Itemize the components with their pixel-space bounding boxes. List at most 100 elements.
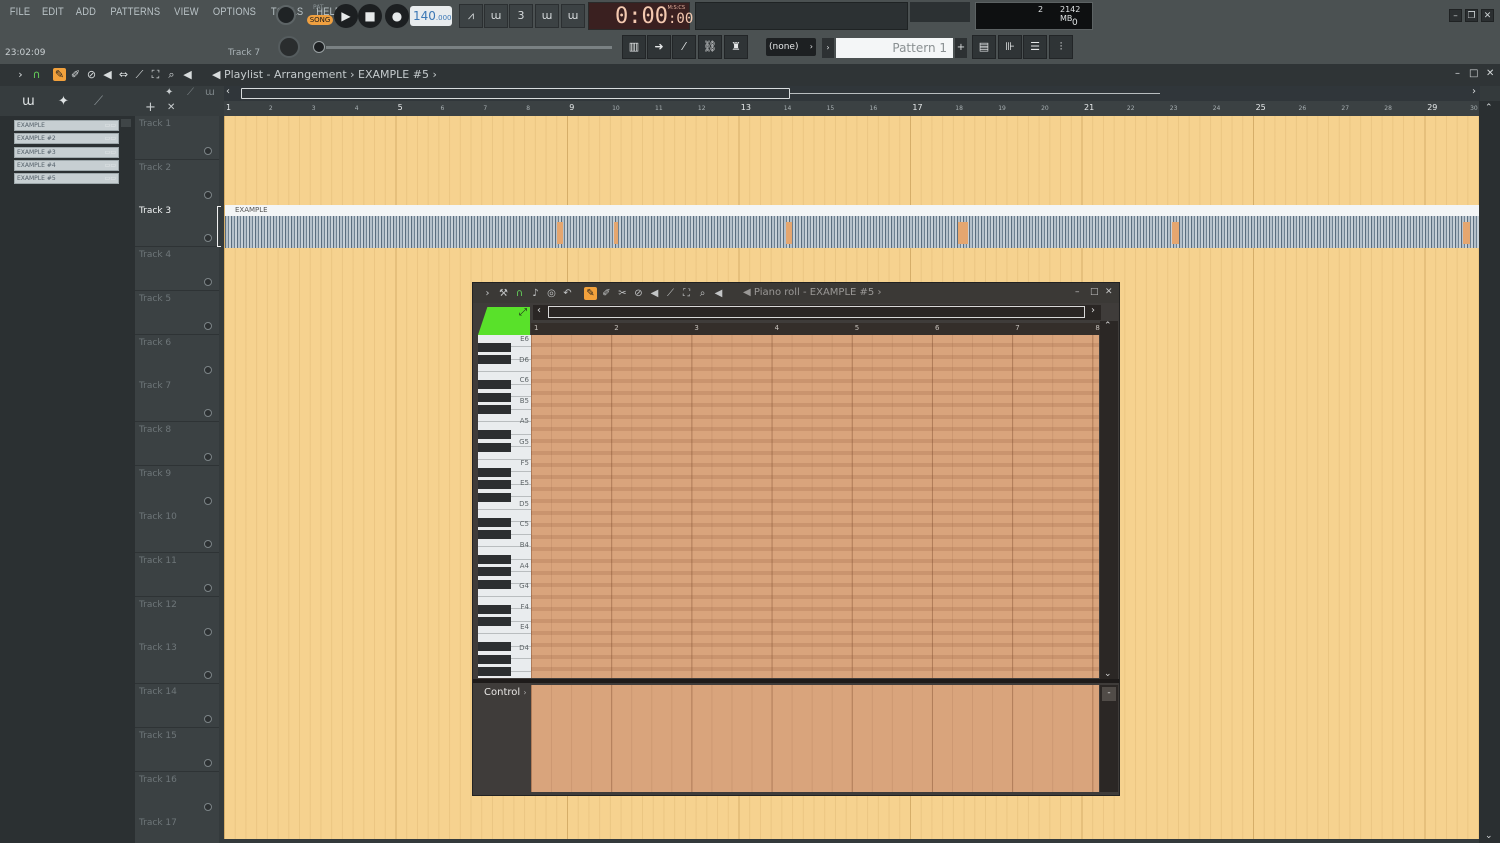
menu-patterns[interactable]: PATTERNS [107, 6, 164, 18]
tempo-display[interactable]: 140.000 [410, 6, 452, 26]
browser-view-icon[interactable]: ☰ [1023, 35, 1047, 59]
piano-black-key[interactable] [478, 654, 511, 664]
playlist-view-icon[interactable]: ▤ [972, 35, 996, 59]
record-button[interactable]: ● [385, 4, 409, 28]
close-icon[interactable]: ✕ [1481, 9, 1494, 22]
restore-icon[interactable]: ❐ [1465, 9, 1478, 22]
track-mute-indicator-icon[interactable] [204, 758, 212, 767]
slip-icon[interactable]: ⇔ [117, 68, 130, 81]
master-pitch-slider[interactable] [326, 46, 612, 49]
pr-maximize-icon[interactable]: □ [1090, 287, 1099, 297]
picker-scroll-icon[interactable] [121, 119, 131, 127]
pattern-picker-item[interactable]: EXAMPLE #2 ▭▭ [14, 133, 119, 145]
master-pitch-knob[interactable] [278, 36, 300, 58]
track-header[interactable]: Track 16 [135, 771, 219, 816]
undo-icon[interactable]: ↶ [561, 287, 574, 300]
add-track-icon[interactable]: + [145, 100, 156, 115]
pattern-picker-item[interactable]: EXAMPLE #3 ▭▭ [14, 146, 119, 158]
step-sequencer-arrow-icon[interactable]: ➜ [647, 35, 671, 59]
piano-black-key[interactable] [478, 617, 511, 627]
track-header[interactable]: Track 13 [135, 640, 219, 685]
remove-track-icon[interactable]: ✕ [167, 102, 175, 113]
metronome-icon[interactable]: ⩘ [459, 4, 483, 28]
pr-menu-arrow-icon[interactable]: › [481, 287, 494, 300]
countdown-icon[interactable]: 3 [509, 4, 533, 28]
piano-keyboard[interactable]: E6 D6 C6 B5 A5 G5 F5 E5 D5 C5 B4 A4 G4 F4 E4 D4 [478, 335, 531, 678]
wait-for-input-icon[interactable]: ɯ [484, 4, 508, 28]
play-button[interactable]: ▶ [334, 4, 358, 28]
magnet-icon[interactable]: ∩ [30, 68, 43, 81]
event-editor-divider[interactable] [473, 679, 1119, 683]
track-header[interactable]: Track 8 [135, 421, 219, 466]
piano-roll-view-icon[interactable]: ▥ [622, 35, 646, 59]
track-header[interactable]: Track 11 [135, 553, 219, 597]
overview-scroll-thumb[interactable] [241, 88, 790, 99]
picker-automation-icon[interactable]: ⟋ [94, 94, 103, 109]
piano-black-key[interactable] [478, 392, 511, 402]
track-header[interactable]: Track 7 [135, 378, 219, 423]
track-header[interactable]: Track 14 [135, 684, 219, 729]
speaker-icon[interactable]: ◀ [212, 68, 220, 81]
track-header[interactable]: Track 3 [135, 203, 219, 248]
wrench-icon[interactable]: ⚒ [497, 287, 510, 300]
mixer-view-icon[interactable]: ⫶ [1049, 35, 1073, 59]
piano-roll-window[interactable]: › ⚒ ∩ ♪ ◎ ↶ ✎ ✐ ✂ ⊘ ◀ ⟋ ⛶ ⌕ ◀ ◀ Piano ro… [472, 282, 1120, 796]
track-mute-indicator-icon[interactable] [204, 452, 212, 461]
master-volume-knob[interactable] [276, 5, 296, 25]
playlist-vertical-scrollbar[interactable]: ⌃ ⌄ [1479, 101, 1500, 843]
pr-close-icon[interactable]: ✕ [1105, 287, 1113, 297]
track-mute-indicator-icon[interactable] [204, 496, 212, 505]
pr-zoom-icon[interactable]: ⌕ [696, 287, 709, 300]
track-mute-indicator-icon[interactable] [204, 321, 212, 330]
piano-roll-ruler[interactable]: 12345678 [531, 323, 1101, 335]
step-edit-icon[interactable]: ɯ [535, 4, 559, 28]
stretch-icon[interactable]: ⤢ [519, 307, 527, 318]
pr-select-icon[interactable]: ⛶ [680, 287, 693, 300]
track-header[interactable]: Track 10 [135, 509, 219, 554]
pr-playback-icon[interactable]: ◀ [712, 287, 725, 300]
picker-patterns-icon[interactable]: ɯ [22, 94, 35, 109]
event-editor-area[interactable] [531, 685, 1099, 792]
picker-audio-icon[interactable]: ✦ [58, 94, 69, 109]
menu-add[interactable]: ADD [72, 6, 99, 18]
pr-scroll-right-icon[interactable]: › [1091, 305, 1095, 316]
pr-scroll-up-icon[interactable]: ⌃ [1104, 321, 1112, 331]
track-header[interactable]: Track 9 [135, 465, 219, 510]
piano-black-key[interactable] [478, 530, 511, 540]
track-mute-indicator-icon[interactable] [204, 540, 212, 549]
playlist-time-ruler[interactable]: 1 2 3 4 5 6 7 8 9 10 11 12 13 14 15 16 17 18 19 20 21 22 23 24 2… [224, 101, 1480, 116]
note-grid[interactable] [531, 335, 1099, 678]
cpu-memory-monitor[interactable]: 2 2142 MB 0 [975, 2, 1093, 30]
pattern-picker-item[interactable]: EXAMPLE #4 ▭▭ [14, 159, 119, 171]
audio-clip-header[interactable]: EXAMPLE [225, 205, 1479, 216]
pr-magnet-icon[interactable]: ∩ [513, 287, 526, 300]
pr-chop-icon[interactable]: ✂ [616, 287, 629, 300]
minimize-icon[interactable]: – [1449, 9, 1462, 22]
playlist-maximize-icon[interactable]: □ [1469, 68, 1478, 79]
playlist-close-icon[interactable]: ✕ [1486, 68, 1494, 79]
track-mute-indicator-icon[interactable] [204, 802, 212, 811]
pr-scroll-left-icon[interactable]: ‹ [537, 305, 541, 316]
pr-scroll-down-icon[interactable]: ⌄ [1104, 669, 1112, 679]
piano-black-key[interactable] [478, 567, 511, 577]
channel-select-dropdown[interactable]: (none) › [766, 38, 816, 56]
stamp-icon[interactable]: ♜ [724, 35, 748, 59]
track-header[interactable]: Track 15 [135, 727, 219, 772]
audio-clip-waveform[interactable] [225, 216, 1479, 248]
pr-speaker-icon[interactable]: ◀ [743, 287, 751, 298]
pattern-clip-icon[interactable]: ɯ [205, 87, 215, 98]
channel-rack-icon[interactable]: ⊪ [998, 35, 1022, 59]
piano-black-key[interactable] [478, 467, 511, 477]
piano-black-key[interactable] [478, 604, 511, 614]
track-header[interactable]: Track 1 [135, 116, 219, 160]
menu-file[interactable]: FILE [6, 6, 33, 18]
menu-options[interactable]: OPTIONS [210, 6, 260, 18]
track-mute-indicator-icon[interactable] [204, 584, 212, 592]
audio-clip-icon[interactable]: ✦ [165, 87, 173, 98]
pat-song-toggle[interactable]: PAT SONG [307, 4, 333, 28]
pr-overview-thumb[interactable] [548, 306, 1085, 318]
menu-view[interactable]: VIEW [171, 6, 202, 18]
scroll-down-icon[interactable]: ⌄ [1485, 831, 1493, 841]
piano-black-key[interactable] [478, 442, 511, 452]
track-header[interactable]: Track 4 [135, 247, 219, 292]
